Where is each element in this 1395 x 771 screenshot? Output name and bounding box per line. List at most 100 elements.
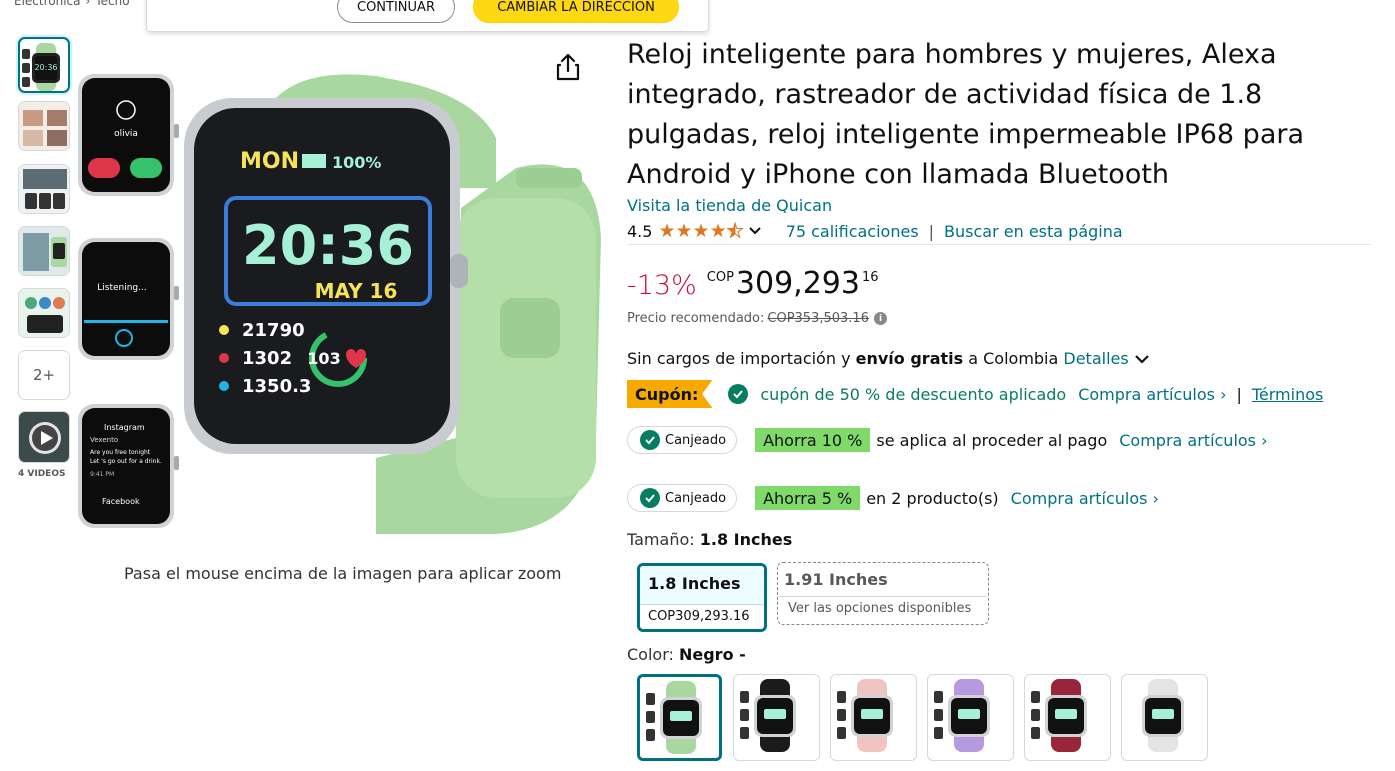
watch-date: MAY 16	[315, 279, 398, 303]
promo-row: Canjeado Ahorra 5 % en 2 producto(s) Com…	[627, 484, 1159, 512]
shipping-post: a Colombia	[963, 349, 1064, 368]
size-option-price: COP309,293.16	[640, 604, 764, 629]
continue-button[interactable]: CONTINUAR	[337, 0, 455, 23]
watch-color-thumb	[1142, 679, 1184, 752]
call-screen-watch: olivia	[78, 74, 179, 196]
check-icon	[728, 384, 749, 404]
info-icon[interactable]: i	[873, 312, 887, 325]
breadcrumb-item[interactable]: Electrónica	[14, 0, 81, 8]
notification-screen-watch: Instagram Vexento Are you free tonight L…	[78, 404, 179, 528]
sport-thumb	[19, 227, 69, 275]
save-badge: Ahorra 5 %	[755, 486, 861, 510]
watch-steps: 21790	[242, 320, 305, 341]
list-price-value: COP353,503.16	[767, 311, 869, 326]
listening-text: Listening...	[97, 283, 146, 293]
promo-row: Canjeado Ahorra 10 % se aplica al proced…	[627, 426, 1268, 454]
size-option[interactable]: 1.91 Inches Ver las opciones disponibles	[777, 562, 989, 625]
watch-day: MON	[240, 149, 299, 174]
breadcrumb: Electrónica › Tecno	[14, 0, 130, 8]
shipping-free: envío gratis	[855, 349, 964, 368]
watch-battery: 100%	[332, 153, 381, 172]
half-star-icon: ★	[726, 220, 744, 242]
redeemed-label: Canjeado	[665, 490, 727, 506]
watch-color-thumb	[646, 681, 702, 754]
watch-calories: 1302	[242, 348, 292, 369]
apps-thumb	[19, 289, 69, 337]
discount-percent: -13%	[627, 270, 697, 301]
videos-label: 4 VIDEOS	[18, 469, 66, 479]
search-page-link[interactable]: Buscar en esta página	[944, 222, 1123, 241]
star-icon: ★	[675, 220, 693, 242]
promo-text: se aplica al proceder al pago	[876, 430, 1108, 450]
color-swatch[interactable]	[830, 674, 917, 761]
coupon-row: Cupón: cupón de 50 % de descuento aplica…	[627, 380, 1323, 408]
color-label-text: Color:	[627, 645, 674, 664]
watch-color-thumb	[934, 679, 990, 752]
features-thumb	[19, 165, 69, 213]
color-swatch[interactable]	[733, 674, 820, 761]
thumbnail-5[interactable]	[18, 288, 70, 338]
ratings-count-link[interactable]: 75 calificaciones	[786, 222, 919, 241]
watch-heart-rate: 103	[307, 349, 340, 368]
size-option-selected[interactable]: 1.8 Inches COP309,293.16	[637, 563, 767, 632]
coupon-text: cupón de 50 % de descuento aplicado	[760, 384, 1067, 404]
watch-color-thumb	[740, 679, 796, 752]
chevron-down-icon[interactable]	[1134, 354, 1150, 364]
redeemed-badge: Canjeado	[627, 484, 738, 512]
chevron-down-icon[interactable]	[748, 226, 762, 236]
watch-green-thumb: 20:36	[22, 43, 60, 91]
main-product-image[interactable]: olivia Listening... Instagram Vexento Ar…	[76, 58, 606, 534]
watch-time: 20:36	[242, 214, 414, 277]
rating-row: 4.5 ★ ★ ★ ★ ★ 75 calificaciones | Buscar…	[627, 221, 1123, 241]
color-swatch[interactable]	[927, 674, 1014, 761]
thumbnail-4[interactable]	[18, 226, 70, 276]
color-swatch[interactable]	[1024, 674, 1111, 761]
size-label: Tamaño: 1.8 Inches	[627, 530, 792, 549]
shipping-details-link[interactable]: Detalles	[1063, 349, 1128, 368]
size-label-text: Tamaño:	[627, 530, 695, 549]
color-swatch[interactable]	[637, 674, 722, 761]
thumbnail-3[interactable]	[18, 164, 70, 214]
app-name: Instagram	[104, 423, 145, 432]
app-name-2: Facebook	[102, 497, 140, 506]
lifestyle-thumb	[19, 102, 69, 150]
message-2: Let 's go out for a drink.	[90, 458, 162, 465]
store-link[interactable]: Visita la tienda de Quican	[627, 196, 832, 215]
terms-link[interactable]: Términos	[1252, 385, 1324, 404]
change-address-button[interactable]: CAMBIAR LA DIRECCIÓN	[473, 0, 679, 23]
promo-shop-link[interactable]: Compra artículos ›	[1011, 489, 1159, 508]
thumbnail-1[interactable]: 20:36	[18, 37, 70, 93]
product-title: Reloj inteligente para hombres y mujeres…	[627, 39, 1305, 190]
color-swatch[interactable]	[1121, 674, 1208, 761]
price-currency: COP	[706, 270, 734, 285]
star-icon: ★	[692, 220, 710, 242]
rating-value: 4.5	[627, 221, 653, 241]
watch-color-thumb	[837, 679, 893, 752]
size-selected-value: 1.8 Inches	[699, 530, 793, 549]
size-option-availability: Ver las opciones disponibles	[778, 596, 988, 616]
breadcrumb-item[interactable]: Tecno	[95, 0, 129, 8]
check-icon	[640, 488, 660, 508]
star-icon: ★	[658, 220, 676, 242]
shipping-info: Sin cargos de importación y envío gratis…	[627, 349, 1150, 368]
share-icon[interactable]	[554, 52, 582, 82]
zoom-hint: Pasa el mouse encima de la imagen para a…	[124, 564, 562, 583]
redeemed-badge: Canjeado	[627, 426, 738, 454]
price-fraction: 16	[861, 270, 879, 285]
check-icon	[640, 430, 660, 450]
location-popover: CONTINUAR CAMBIAR LA DIRECCIÓN	[146, 0, 709, 32]
star-rating[interactable]: ★ ★ ★ ★ ★	[658, 220, 744, 242]
color-selected-value: Negro -	[678, 645, 746, 664]
save-badge: Ahorra 10 %	[755, 428, 871, 452]
promo-shop-link[interactable]: Compra artículos ›	[1119, 431, 1267, 450]
video-thumbnail[interactable]	[18, 411, 70, 463]
watch-distance: 1350.3	[242, 376, 311, 397]
thumbnail-2[interactable]	[18, 101, 70, 151]
separator: |	[1236, 384, 1242, 404]
divider	[627, 244, 1372, 245]
alexa-screen-watch: Listening...	[78, 238, 179, 360]
coupon-shop-link[interactable]: Compra artículos ›	[1078, 385, 1226, 404]
price-whole: 309,293	[735, 266, 860, 301]
more-images-thumbnail[interactable]: 2+	[18, 350, 70, 400]
more-images-label: 2+	[32, 366, 56, 384]
